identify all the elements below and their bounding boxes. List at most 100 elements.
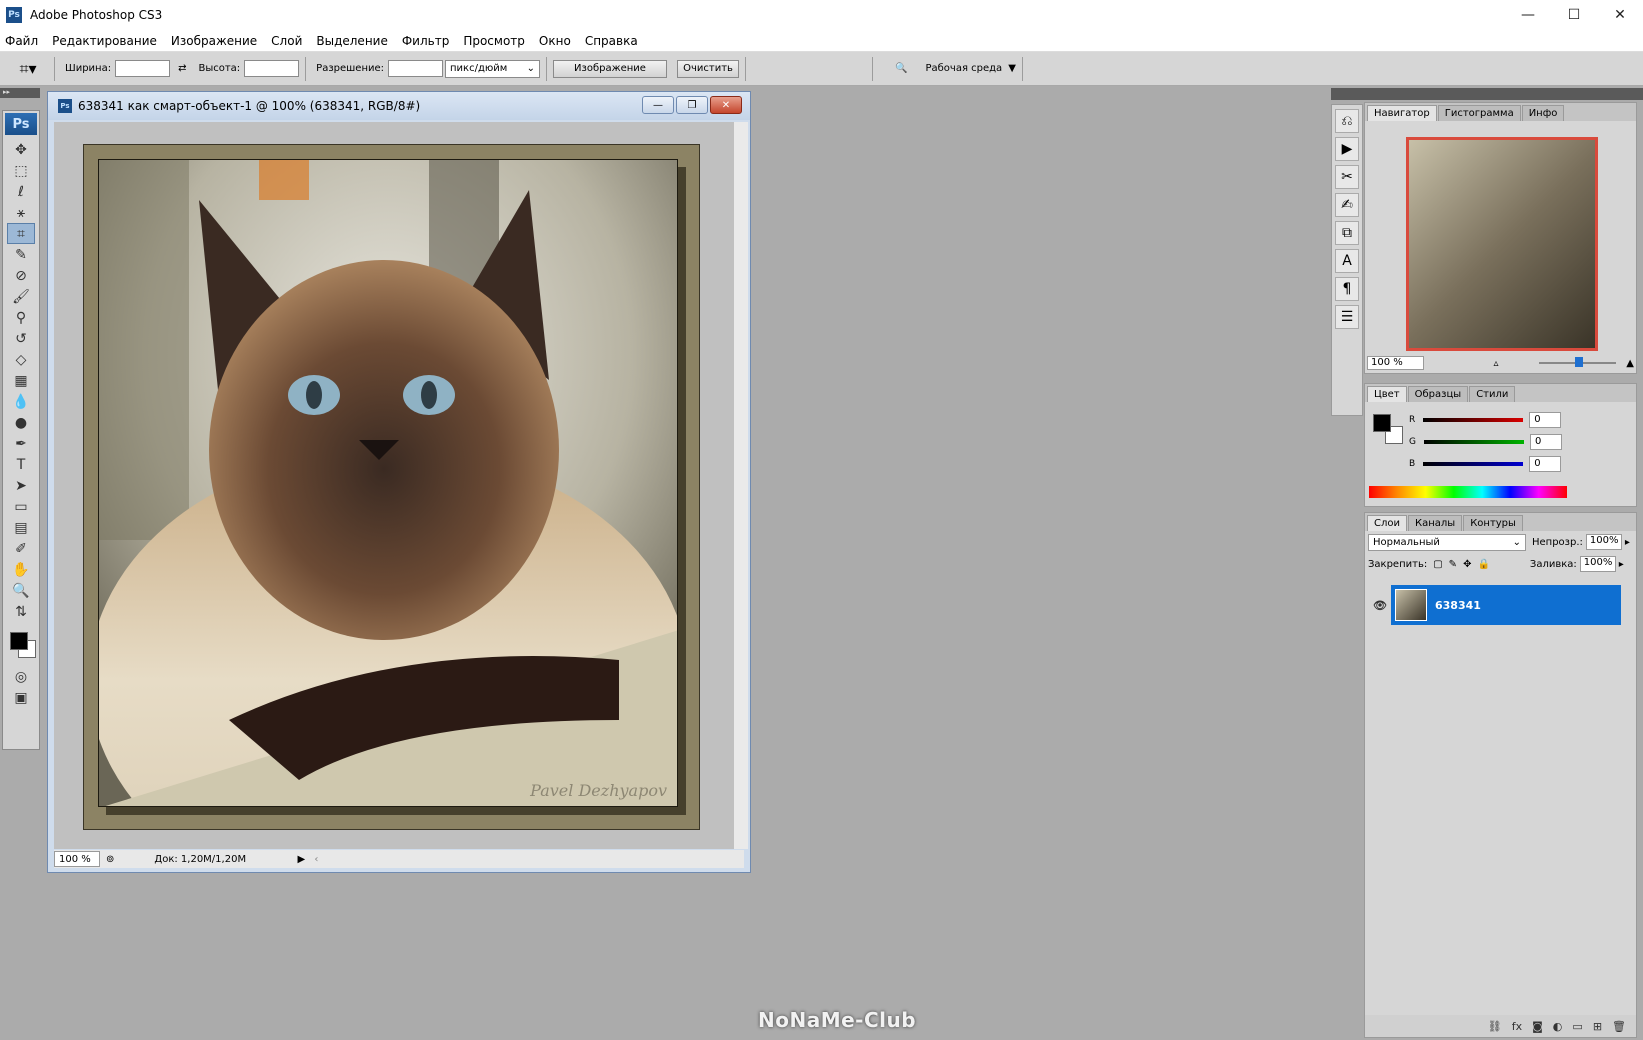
lock-pixels-icon[interactable]: ✎ xyxy=(1449,559,1457,570)
color-panel-swatches[interactable] xyxy=(1373,414,1405,446)
tools-panel-header[interactable]: ▸▸ xyxy=(0,88,40,98)
tab-styles[interactable]: Стили xyxy=(1469,386,1516,402)
paragraph-panel-icon[interactable]: ¶ xyxy=(1335,277,1359,301)
menu-filter[interactable]: Фильтр xyxy=(395,34,456,48)
opacity-input[interactable]: 100% xyxy=(1585,534,1622,550)
lock-all-icon[interactable]: 🔒 xyxy=(1477,559,1489,570)
menu-view[interactable]: Просмотр xyxy=(456,34,532,48)
document-minimize-button[interactable]: — xyxy=(642,96,674,114)
document-close-button[interactable]: ✕ xyxy=(710,96,742,114)
adjustment-layer-icon[interactable]: ◐ xyxy=(1553,1020,1563,1033)
tab-histogram[interactable]: Гистограмма xyxy=(1437,105,1521,121)
blend-mode-select[interactable]: Нормальный ⌄ xyxy=(1368,533,1526,551)
green-value-input[interactable]: 0 xyxy=(1529,434,1562,450)
shape-tool-icon[interactable]: ▭ xyxy=(7,496,35,517)
close-button[interactable]: ✕ xyxy=(1597,0,1643,30)
tab-paths[interactable]: Контуры xyxy=(1463,515,1523,531)
layer-comps-icon[interactable]: ☰ xyxy=(1335,305,1359,329)
visibility-eye-icon[interactable]: 👁 xyxy=(1369,585,1391,625)
delete-layer-icon[interactable]: 🗑 xyxy=(1612,1020,1626,1033)
opacity-arrow-icon[interactable]: ▸ xyxy=(1625,537,1630,548)
tab-swatches[interactable]: Образцы xyxy=(1407,386,1469,402)
layer-row[interactable]: 👁 638341 xyxy=(1369,585,1621,625)
notes-tool-icon[interactable]: ▤ xyxy=(7,517,35,538)
fill-arrow-icon[interactable]: ▸ xyxy=(1619,559,1624,570)
slice-tool-icon[interactable]: ✎ xyxy=(7,244,35,265)
swap-colors-icon[interactable]: ⇅ xyxy=(7,601,35,622)
navigator-zoom-field[interactable]: 100 % xyxy=(1367,356,1424,370)
red-value-input[interactable]: 0 xyxy=(1529,412,1562,428)
swap-dimensions-icon[interactable]: ⇄ xyxy=(178,63,186,74)
crop-tool-icon[interactable]: ⌗ xyxy=(7,223,35,244)
menu-image[interactable]: Изображение xyxy=(164,34,264,48)
brush-tool-icon[interactable]: 🖌 xyxy=(7,286,35,307)
pen-tool-icon[interactable]: ✒ xyxy=(7,433,35,454)
red-slider[interactable] xyxy=(1423,418,1524,422)
hand-tool-icon[interactable]: ✋ xyxy=(7,559,35,580)
path-selection-tool-icon[interactable]: ➤ xyxy=(7,475,35,496)
character-panel-icon[interactable]: A xyxy=(1335,249,1359,273)
document-restore-button[interactable]: ❐ xyxy=(676,96,708,114)
gradient-tool-icon[interactable]: ▦ xyxy=(7,370,35,391)
green-slider[interactable] xyxy=(1423,440,1524,444)
zoom-field[interactable]: 100 % xyxy=(54,851,100,867)
zoom-slider-handle[interactable] xyxy=(1574,357,1583,367)
eyedropper-tool-icon[interactable]: ✐ xyxy=(7,538,35,559)
eraser-tool-icon[interactable]: ◇ xyxy=(7,349,35,370)
menu-select[interactable]: Выделение xyxy=(309,34,394,48)
layer-style-icon[interactable]: fx xyxy=(1512,1020,1522,1033)
dodge-tool-icon[interactable]: ● xyxy=(7,412,35,433)
zoom-tool-icon[interactable]: 🔍 xyxy=(7,580,35,601)
photoshop-logo-icon[interactable]: Ps xyxy=(5,113,37,135)
quick-mask-icon[interactable]: ◎ xyxy=(7,666,35,687)
navigator-zoom-slider[interactable] xyxy=(1538,357,1617,367)
blue-value-input[interactable]: 0 xyxy=(1529,456,1562,472)
minimize-button[interactable]: — xyxy=(1505,0,1551,30)
screen-mode-icon[interactable]: ▣ xyxy=(7,687,35,708)
scroll-left-icon[interactable]: ‹ xyxy=(314,854,318,865)
brushes-panel-icon[interactable]: ✍ xyxy=(1335,193,1359,217)
blur-tool-icon[interactable]: 💧 xyxy=(7,391,35,412)
clear-button[interactable]: Очистить xyxy=(677,59,740,78)
status-menu-arrow-icon[interactable]: ▶ xyxy=(294,854,308,865)
clone-source-icon[interactable]: ⧉ xyxy=(1335,221,1359,245)
lock-transparency-icon[interactable]: ▢ xyxy=(1433,559,1442,570)
resolution-input[interactable] xyxy=(388,60,444,77)
width-input[interactable] xyxy=(115,60,171,77)
tab-channels[interactable]: Каналы xyxy=(1408,515,1463,531)
foreground-color-swatch[interactable] xyxy=(10,632,28,650)
zoom-in-icon[interactable]: ▲ xyxy=(1626,358,1634,369)
tab-color[interactable]: Цвет xyxy=(1367,386,1407,402)
magic-wand-tool-icon[interactable]: ⚹ xyxy=(7,202,35,223)
menu-help[interactable]: Справка xyxy=(578,34,645,48)
layer-mask-icon[interactable]: ◙ xyxy=(1532,1020,1543,1033)
color-panel-foreground[interactable] xyxy=(1373,414,1391,432)
tab-navigator[interactable]: Навигатор xyxy=(1367,105,1437,121)
menu-layer[interactable]: Слой xyxy=(264,34,309,48)
workspace-button[interactable]: 🔍 Рабочая среда ▼ xyxy=(895,63,1016,74)
lasso-tool-icon[interactable]: ℓ xyxy=(7,181,35,202)
type-tool-icon[interactable]: T xyxy=(7,454,35,475)
history-panel-icon[interactable]: ⎌ xyxy=(1335,109,1359,133)
crop-tool-preset-icon[interactable]: ⌗▾ xyxy=(8,55,48,83)
actions-panel-icon[interactable]: ▶ xyxy=(1335,137,1359,161)
navigator-thumbnail[interactable] xyxy=(1406,137,1598,351)
vertical-scrollbar[interactable] xyxy=(734,122,748,849)
new-group-icon[interactable]: ▭ xyxy=(1572,1020,1582,1033)
marquee-tool-icon[interactable]: ⬚ xyxy=(7,160,35,181)
canvas-area[interactable]: Pavel Dezhyapov xyxy=(54,122,734,849)
fill-input[interactable]: 100% xyxy=(1579,556,1616,572)
link-layers-icon[interactable]: ⛓ xyxy=(1488,1020,1502,1033)
menu-edit[interactable]: Редактирование xyxy=(45,34,164,48)
tab-info[interactable]: Инфо xyxy=(1521,105,1565,121)
healing-brush-tool-icon[interactable]: ⊘ xyxy=(7,265,35,286)
dock-header[interactable] xyxy=(1331,88,1643,100)
color-spectrum-bar[interactable] xyxy=(1369,486,1567,498)
new-layer-icon[interactable]: ⊞ xyxy=(1593,1020,1602,1033)
move-tool-icon[interactable]: ✥ xyxy=(7,139,35,160)
tab-layers[interactable]: Слои xyxy=(1367,515,1407,531)
status-info-icon[interactable]: ⊚ xyxy=(106,854,114,865)
blue-slider[interactable] xyxy=(1423,462,1524,466)
tool-presets-icon[interactable]: ✂ xyxy=(1335,165,1359,189)
front-image-button[interactable]: Изображение xyxy=(553,59,668,78)
